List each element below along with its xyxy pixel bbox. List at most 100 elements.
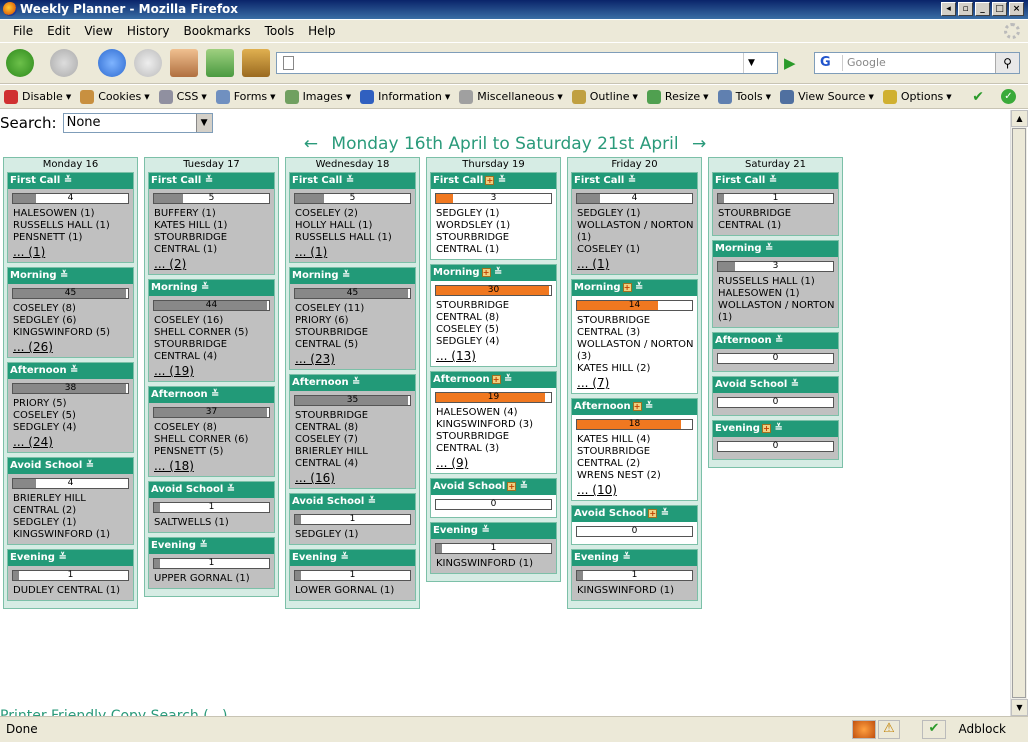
menu-bookmarks[interactable]: Bookmarks	[177, 24, 258, 38]
restore-small-icon[interactable]: ▫	[958, 2, 973, 16]
slot-header[interactable]: Afternoon ≚	[149, 387, 274, 403]
devbar-tools[interactable]: Tools ▼	[717, 89, 771, 104]
slot-header[interactable]: Avoid School ≚	[713, 377, 838, 393]
address-bar[interactable]: ▼	[276, 52, 778, 74]
more-link[interactable]: ... (24)	[8, 435, 133, 449]
menu-edit[interactable]: Edit	[40, 24, 77, 38]
slot-header[interactable]: First Call + ≚	[431, 173, 556, 189]
slot-header[interactable]: Afternoon + ≚	[572, 399, 697, 415]
expand-chevron-icon[interactable]: ≚	[771, 423, 782, 434]
stop-icon[interactable]	[134, 49, 162, 77]
search-select[interactable]: None ▼	[62, 113, 213, 133]
slot-header[interactable]: Evening ≚	[8, 550, 133, 566]
expand-chevron-icon[interactable]: ≚	[516, 481, 528, 492]
expand-chevron-icon[interactable]: ≚	[198, 282, 209, 293]
expand-chevron-icon[interactable]: ≚	[82, 460, 94, 471]
expand-chevron-icon[interactable]: ≚	[364, 496, 376, 507]
expand-chevron-icon[interactable]: ≚	[494, 175, 506, 186]
more-link[interactable]: ... (9)	[431, 456, 556, 470]
address-dropdown-icon[interactable]: ▼	[743, 53, 759, 73]
slot-header[interactable]: Evening ≚	[572, 550, 697, 566]
select-arrow-icon[interactable]: ▼	[195, 114, 212, 132]
menu-view[interactable]: View	[77, 24, 119, 38]
back-window-icon[interactable]: ◂	[941, 2, 956, 16]
devbar-css[interactable]: CSS ▼	[158, 89, 207, 104]
home-icon[interactable]	[170, 49, 198, 77]
expand-chevron-icon[interactable]: ≚	[201, 175, 213, 186]
devbar-view-source[interactable]: View Source ▼	[780, 89, 874, 104]
devbar-cookies[interactable]: Cookies ▼	[80, 89, 150, 104]
expand-chevron-icon[interactable]: ≚	[196, 540, 207, 551]
expand-chevron-icon[interactable]: ≚	[67, 365, 78, 376]
firebug-icon[interactable]	[242, 49, 270, 77]
expand-chevron-icon[interactable]: ≚	[337, 552, 348, 563]
expand-chevron-icon[interactable]: ≚	[223, 484, 235, 495]
slot-header[interactable]: Morning ≚	[8, 268, 133, 284]
print-link[interactable]: Printer Friendly Copy Search (...)	[0, 708, 228, 716]
more-link[interactable]: ... (2)	[149, 257, 274, 271]
expand-chevron-icon[interactable]: ≚	[491, 267, 502, 278]
more-link[interactable]: ... (1)	[290, 245, 415, 259]
maximize-button[interactable]: □	[992, 2, 1007, 16]
css-valid-icon[interactable]: ✔	[972, 89, 984, 105]
slot-header[interactable]: Avoid School + ≚	[572, 506, 697, 522]
slot-header[interactable]: Morning ≚	[713, 241, 838, 257]
slot-header[interactable]: Evening ≚	[290, 550, 415, 566]
slot-header[interactable]: Afternoon ≚	[290, 375, 415, 391]
more-link[interactable]: ... (18)	[149, 459, 274, 473]
back-icon[interactable]	[6, 49, 34, 77]
close-button[interactable]: ×	[1009, 2, 1024, 16]
more-link[interactable]: ... (23)	[290, 352, 415, 366]
menu-help[interactable]: Help	[301, 24, 342, 38]
expand-chevron-icon[interactable]: ≚	[339, 270, 350, 281]
slot-header[interactable]: Afternoon + ≚	[431, 372, 556, 388]
slot-header[interactable]: Evening ≚	[149, 538, 274, 554]
firebug-status-icon[interactable]	[852, 720, 876, 739]
more-link[interactable]: ... (7)	[572, 376, 697, 390]
validator-icon[interactable]	[206, 49, 234, 77]
reload-icon[interactable]	[98, 49, 126, 77]
expand-chevron-icon[interactable]: ≚	[619, 552, 630, 563]
add-icon[interactable]: +	[622, 282, 632, 292]
devbar-options[interactable]: Options ▼	[882, 89, 952, 104]
forward-icon[interactable]	[50, 49, 78, 77]
expand-chevron-icon[interactable]: ≚	[787, 379, 799, 390]
adblock-label[interactable]: Adblock	[959, 722, 1006, 736]
ok-status-icon[interactable]: ✔	[922, 720, 946, 739]
slot-header[interactable]: Afternoon ≚	[8, 363, 133, 379]
slot-header[interactable]: Morning ≚	[149, 280, 274, 296]
html-valid-icon[interactable]: ✓	[1001, 89, 1016, 104]
more-link[interactable]: ... (26)	[8, 340, 133, 354]
add-icon[interactable]: +	[485, 175, 495, 185]
add-icon[interactable]: +	[632, 401, 642, 411]
menu-history[interactable]: History	[120, 24, 177, 38]
slot-header[interactable]: Avoid School ≚	[149, 482, 274, 498]
warning-icon[interactable]: ⚠	[878, 720, 900, 739]
more-link[interactable]: ... (1)	[572, 257, 697, 271]
add-icon[interactable]: +	[648, 508, 658, 518]
slot-header[interactable]: Avoid School + ≚	[431, 479, 556, 495]
expand-chevron-icon[interactable]: ≚	[632, 282, 643, 293]
slot-header[interactable]: Morning ≚	[290, 268, 415, 284]
slot-header[interactable]: First Call ≚	[713, 173, 838, 189]
devbar-information[interactable]: Information ▼	[360, 89, 450, 104]
slot-header[interactable]: Morning + ≚	[431, 265, 556, 281]
slot-header[interactable]: First Call ≚	[8, 173, 133, 189]
slot-header[interactable]: First Call ≚	[572, 173, 697, 189]
slot-header[interactable]: Evening + ≚	[713, 421, 838, 437]
expand-chevron-icon[interactable]: ≚	[349, 377, 360, 388]
next-week-link[interactable]: →	[692, 134, 706, 154]
expand-chevron-icon[interactable]: ≚	[772, 335, 783, 346]
google-engine-icon[interactable]: G	[817, 55, 843, 71]
slot-header[interactable]: Morning + ≚	[572, 280, 697, 296]
expand-chevron-icon[interactable]: ≚	[60, 175, 72, 186]
devbar-disable[interactable]: Disable ▼	[4, 89, 71, 104]
devbar-outline[interactable]: Outline ▼	[571, 89, 638, 104]
slot-header[interactable]: First Call ≚	[149, 173, 274, 189]
add-icon[interactable]: +	[507, 481, 517, 491]
add-icon[interactable]: +	[481, 267, 491, 277]
scroll-thumb[interactable]	[1012, 128, 1026, 698]
expand-chevron-icon[interactable]: ≚	[55, 552, 66, 563]
expand-chevron-icon[interactable]: ≚	[762, 243, 773, 254]
more-link[interactable]: ... (19)	[149, 364, 274, 378]
